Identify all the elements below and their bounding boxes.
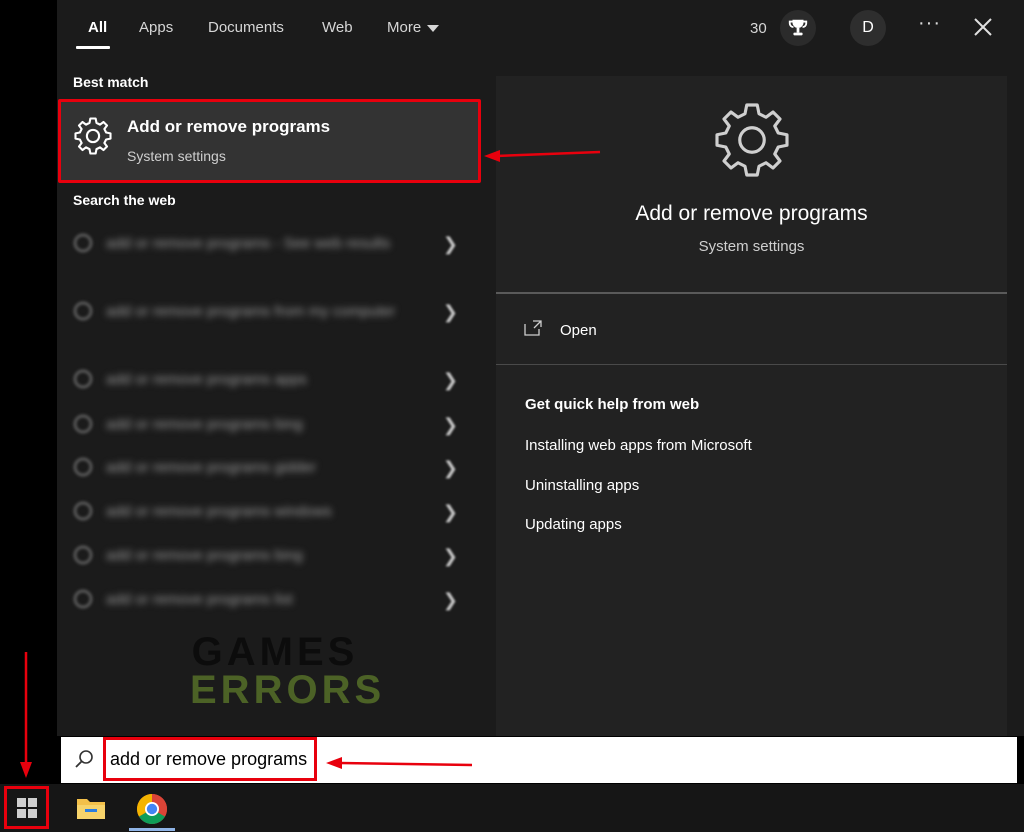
preview-pane: Add or remove programs System settings O…	[496, 76, 1007, 736]
watermark-line1: GAMES	[191, 630, 359, 674]
file-explorer-icon	[77, 799, 105, 819]
web-result-text: add or remove programs bing	[106, 416, 303, 433]
web-search-icon	[74, 458, 92, 476]
divider	[496, 292, 1007, 294]
web-search-icon	[74, 302, 92, 320]
tab-all[interactable]: All	[88, 19, 107, 36]
tab-more[interactable]: More	[387, 19, 440, 36]
web-result-text: add or remove programs bing	[106, 547, 303, 564]
chevron-down-icon	[427, 24, 440, 32]
search-icon	[75, 750, 93, 768]
gear-icon	[74, 117, 112, 155]
web-result-row[interactable]: add or remove programs from my computer ❯	[72, 300, 460, 340]
tab-apps[interactable]: Apps	[139, 19, 173, 36]
web-search-icon	[74, 546, 92, 564]
web-search-icon	[74, 502, 92, 520]
web-result-row[interactable]: add or remove programs gidder ❯	[72, 456, 460, 496]
preview-subtitle: System settings	[698, 238, 805, 255]
web-result-text: add or remove programs apps	[106, 371, 307, 388]
tab-more-label: More	[387, 19, 422, 36]
quick-help-heading: Get quick help from web	[525, 396, 700, 413]
chevron-right-icon: ❯	[442, 502, 458, 522]
watermark-line2: ERRORS	[190, 668, 386, 712]
help-link-uninstalling-apps[interactable]: Uninstalling apps	[525, 477, 639, 494]
search-bar	[61, 737, 1017, 783]
active-app-indicator	[129, 828, 175, 831]
best-match-subtitle: System settings	[127, 148, 226, 164]
best-match-result[interactable]: Add or remove programs System settings	[58, 99, 481, 183]
chevron-right-icon: ❯	[442, 546, 458, 566]
web-result-row[interactable]: add or remove programs windows ❯	[72, 500, 460, 540]
open-window-icon	[524, 320, 542, 336]
search-input[interactable]	[110, 749, 316, 770]
trophy-icon	[788, 19, 808, 36]
preview-title: Add or remove programs	[635, 202, 868, 225]
web-result-row[interactable]: add or remove programs bing ❯	[72, 544, 460, 584]
more-options-button[interactable]: ···	[918, 12, 941, 35]
open-label: Open	[560, 322, 597, 339]
web-search-icon	[74, 415, 92, 433]
chrome-icon	[136, 794, 168, 825]
web-result-text: add or remove programs gidder	[106, 459, 317, 476]
web-search-icon	[74, 234, 92, 252]
chevron-right-icon: ❯	[442, 415, 458, 435]
help-link-installing-web-apps[interactable]: Installing web apps from Microsoft	[525, 437, 752, 454]
tab-documents[interactable]: Documents	[208, 19, 284, 36]
help-link-updating-apps[interactable]: Updating apps	[525, 516, 622, 533]
best-match-heading: Best match	[73, 74, 149, 90]
web-result-text: add or remove programs from my computer	[106, 303, 396, 320]
web-result-row[interactable]: add or remove programs list ❯	[72, 588, 460, 628]
chevron-right-icon: ❯	[442, 302, 458, 322]
web-result-row[interactable]: add or remove programs bing ❯	[72, 413, 460, 453]
chrome-button[interactable]	[136, 793, 168, 825]
chevron-right-icon: ❯	[442, 370, 458, 390]
rewards-button[interactable]	[780, 10, 816, 46]
windows-logo-icon	[16, 797, 37, 818]
web-result-text: add or remove programs list	[106, 591, 293, 608]
gear-icon	[715, 103, 789, 177]
start-button[interactable]	[4, 786, 49, 829]
web-result-row[interactable]: add or remove programs apps ❯	[72, 368, 460, 408]
web-result-row[interactable]: add or remove programs - See web results…	[72, 232, 460, 272]
close-button[interactable]	[970, 14, 996, 40]
file-explorer-button[interactable]	[76, 795, 106, 821]
web-result-text: add or remove programs windows	[106, 503, 332, 520]
close-icon	[974, 18, 992, 36]
search-web-heading: Search the web	[73, 192, 176, 208]
web-search-icon	[74, 370, 92, 388]
divider	[496, 364, 1007, 365]
best-match-title: Add or remove programs	[127, 117, 331, 136]
tab-web[interactable]: Web	[322, 19, 353, 36]
chevron-right-icon: ❯	[442, 590, 458, 610]
watermark-logo: GAMES ERRORS	[190, 630, 386, 712]
open-button[interactable]: Open	[524, 320, 724, 348]
web-search-icon	[74, 590, 92, 608]
active-tab-indicator	[76, 46, 110, 49]
user-avatar[interactable]: D	[850, 10, 886, 46]
chevron-right-icon: ❯	[442, 234, 458, 254]
search-field-highlight	[103, 737, 317, 781]
web-result-text: add or remove programs - See web results	[106, 235, 391, 252]
arrowhead	[20, 762, 32, 778]
rewards-points: 30	[750, 20, 767, 37]
chevron-right-icon: ❯	[442, 458, 458, 478]
